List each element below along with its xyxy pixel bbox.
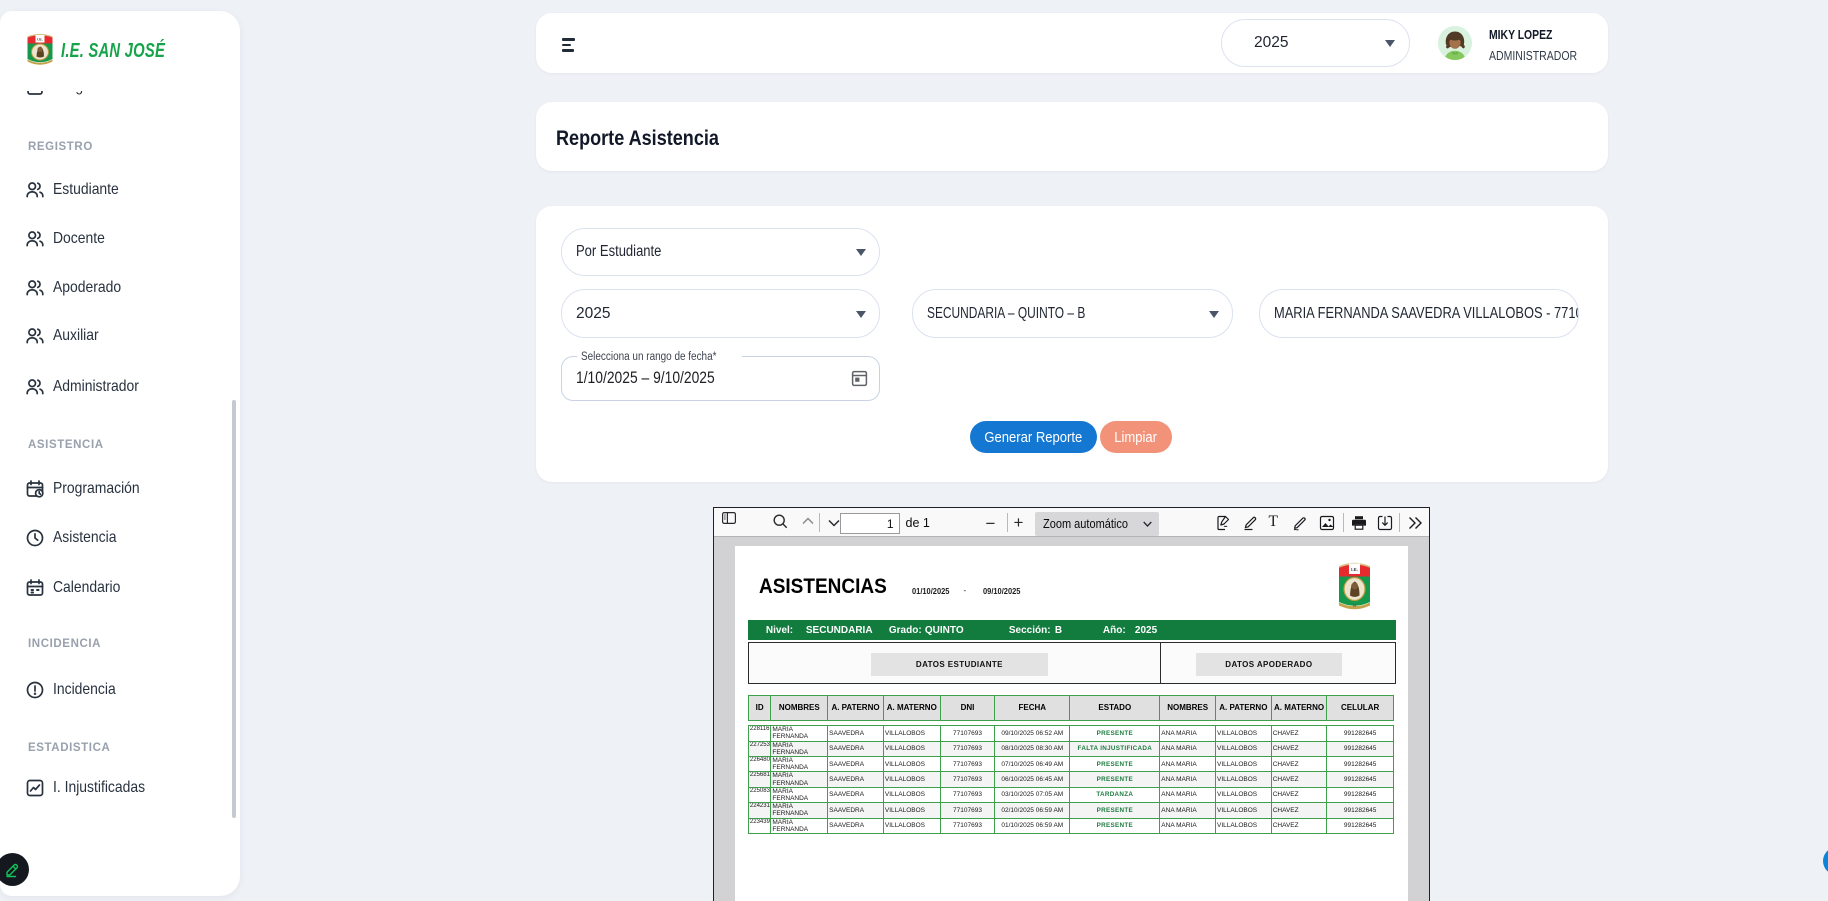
svg-text:I.E.: I.E.	[1351, 567, 1358, 572]
svg-text:I.E.: I.E.	[37, 37, 42, 41]
svg-text:SJ: SJ	[1352, 604, 1356, 608]
